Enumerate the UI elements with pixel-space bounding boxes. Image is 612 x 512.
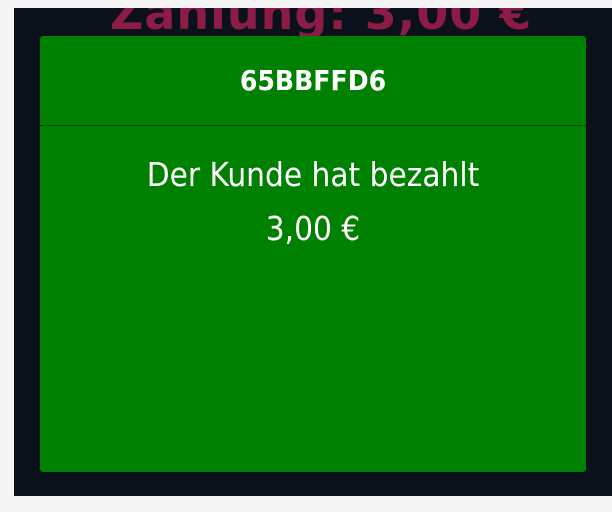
app-screen: Zahlung: 3,00 € 65BBFFD6 Der Kunde hat b… <box>14 8 612 496</box>
dialog-body: Der Kunde hat bezahlt 3,00 € <box>40 126 586 256</box>
payment-amount: 3,00 € <box>265 209 361 248</box>
payment-confirmation-dialog[interactable]: 65BBFFD6 Der Kunde hat bezahlt 3,00 € <box>40 36 586 472</box>
dialog-header: 65BBFFD6 <box>40 36 586 126</box>
page-frame: Zahlung: 3,00 € 65BBFFD6 Der Kunde hat b… <box>0 0 612 512</box>
payment-status-message: Der Kunde hat bezahlt <box>146 155 480 194</box>
transaction-id: 65BBFFD6 <box>239 64 387 97</box>
